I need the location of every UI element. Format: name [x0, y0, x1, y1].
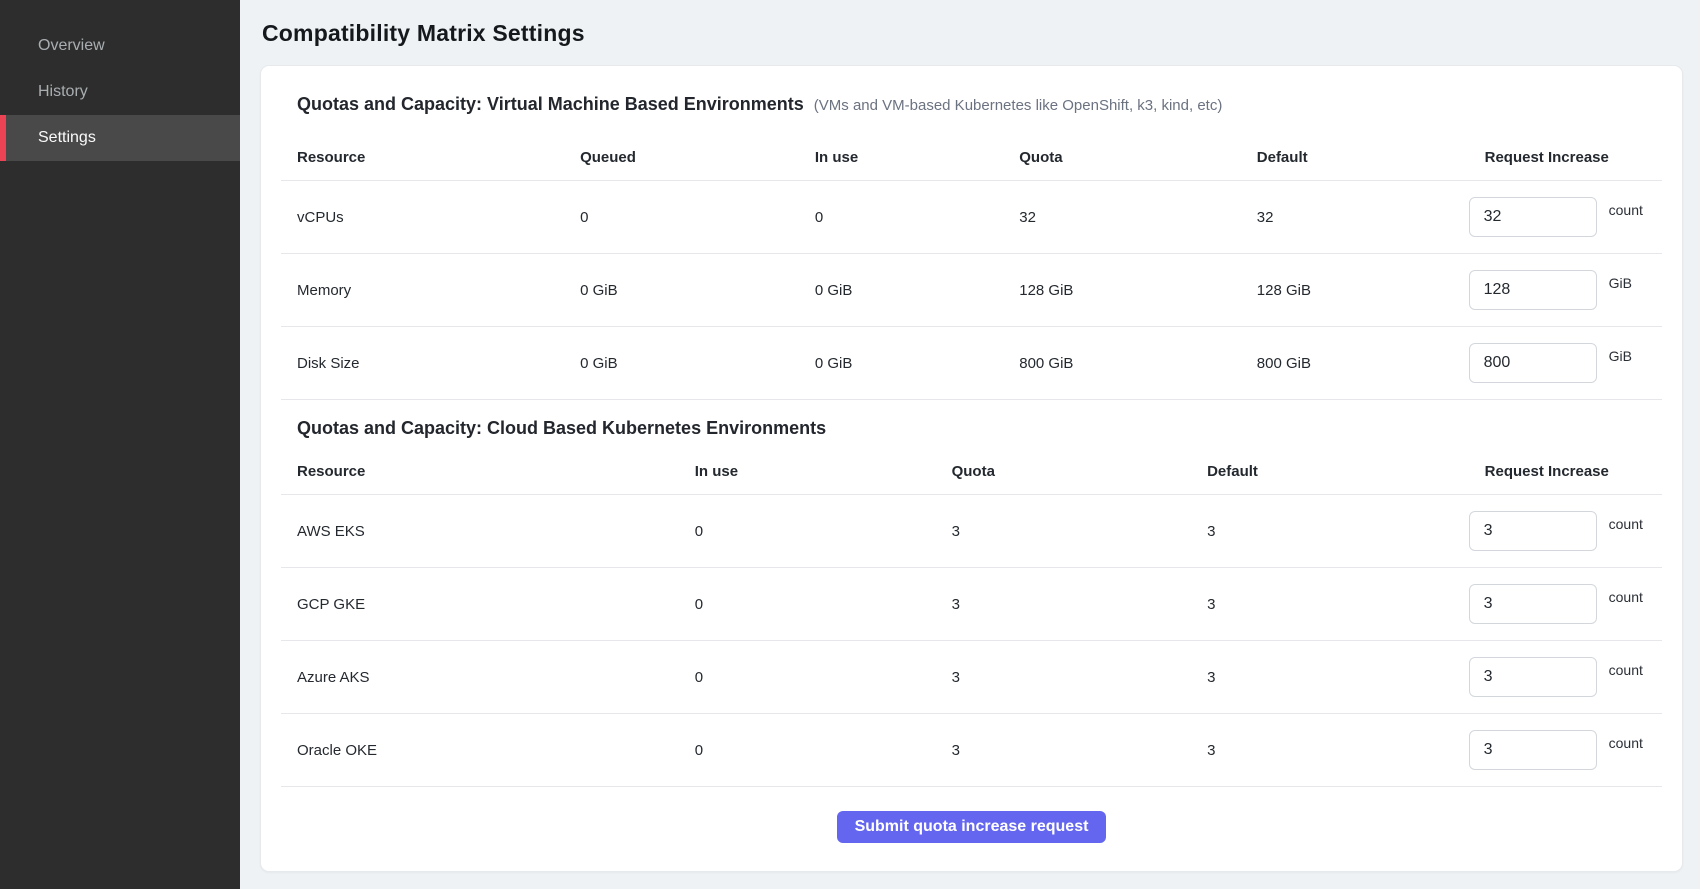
cloud-section-header: Quotas and Capacity: Cloud Based Kuberne…: [281, 400, 1662, 449]
request-increase-input[interactable]: [1469, 730, 1597, 770]
request-increase-input[interactable]: [1469, 584, 1597, 624]
sidebar-item-label: Overview: [38, 37, 105, 55]
sidebar-item-overview[interactable]: Overview: [0, 23, 240, 69]
sidebar-item-label: Settings: [38, 129, 96, 147]
column-header-request-increase: Request Increase: [1469, 149, 1662, 166]
unit-label: GiB: [1609, 348, 1632, 364]
request-increase-cell: count: [1469, 730, 1662, 770]
column-header-in-use: In use: [799, 149, 1003, 166]
quota-cell: 3: [936, 669, 1191, 686]
unit-label: count: [1609, 202, 1643, 218]
submit-quota-increase-button[interactable]: Submit quota increase request: [837, 811, 1107, 843]
request-increase-cell: count: [1469, 511, 1662, 551]
card-footer: Submit quota increase request: [281, 787, 1662, 843]
default-cell: 3: [1191, 742, 1469, 759]
request-increase-cell: GiB: [1469, 270, 1662, 310]
vm-section-header: Quotas and Capacity: Virtual Machine Bas…: [281, 86, 1662, 135]
default-cell: 3: [1191, 596, 1469, 613]
resource-cell: GCP GKE: [281, 596, 679, 613]
column-header-default: Default: [1191, 463, 1469, 480]
sidebar-item-history[interactable]: History: [0, 69, 240, 115]
page-title: Compatibility Matrix Settings: [262, 20, 1683, 47]
column-header-default: Default: [1241, 149, 1469, 166]
unit-label: count: [1609, 516, 1643, 532]
resource-cell: vCPUs: [281, 209, 564, 226]
request-increase-input[interactable]: [1469, 197, 1597, 237]
request-increase-input[interactable]: [1469, 270, 1597, 310]
resource-cell: AWS EKS: [281, 523, 679, 540]
vm-section-subtitle: (VMs and VM-based Kubernetes like OpenSh…: [814, 97, 1223, 114]
resource-cell: Azure AKS: [281, 669, 679, 686]
unit-label: count: [1609, 589, 1643, 605]
in-use-cell: 0: [679, 523, 936, 540]
column-header-quota: Quota: [936, 463, 1191, 480]
resource-cell: Disk Size: [281, 355, 564, 372]
request-increase-input[interactable]: [1469, 511, 1597, 551]
table-row: AWS EKS 0 3 3 count: [281, 495, 1662, 568]
table-row: vCPUs 0 0 32 32 count: [281, 181, 1662, 254]
vm-table-header-row: Resource Queued In use Quota Default Req…: [281, 135, 1662, 181]
main-content: Compatibility Matrix Settings Quotas and…: [240, 0, 1700, 889]
default-cell: 3: [1191, 523, 1469, 540]
sidebar-item-label: History: [38, 83, 88, 101]
cloud-table-header-row: Resource In use Quota Default Request In…: [281, 449, 1662, 495]
quota-cell: 3: [936, 596, 1191, 613]
cloud-table-body: AWS EKS 0 3 3 count GCP GKE 0 3: [281, 495, 1662, 787]
quota-cell: 800 GiB: [1003, 355, 1241, 372]
default-cell: 3: [1191, 669, 1469, 686]
table-row: Disk Size 0 GiB 0 GiB 800 GiB 800 GiB Gi…: [281, 327, 1662, 400]
column-header-request-increase: Request Increase: [1469, 463, 1662, 480]
in-use-cell: 0: [679, 596, 936, 613]
request-increase-cell: GiB: [1469, 343, 1662, 383]
queued-cell: 0: [564, 209, 799, 226]
sidebar-item-settings[interactable]: Settings: [0, 115, 240, 161]
default-cell: 128 GiB: [1241, 282, 1469, 299]
table-row: Memory 0 GiB 0 GiB 128 GiB 128 GiB GiB: [281, 254, 1662, 327]
in-use-cell: 0: [799, 209, 1003, 226]
default-cell: 800 GiB: [1241, 355, 1469, 372]
in-use-cell: 0: [679, 742, 936, 759]
queued-cell: 0 GiB: [564, 282, 799, 299]
vm-section-title: Quotas and Capacity: Virtual Machine Bas…: [297, 94, 804, 115]
default-cell: 32: [1241, 209, 1469, 226]
table-row: Azure AKS 0 3 3 count: [281, 641, 1662, 714]
unit-label: count: [1609, 662, 1643, 678]
request-increase-cell: count: [1469, 197, 1662, 237]
quota-cell: 3: [936, 742, 1191, 759]
queued-cell: 0 GiB: [564, 355, 799, 372]
resource-cell: Oracle OKE: [281, 742, 679, 759]
request-increase-cell: count: [1469, 657, 1662, 697]
quota-cell: 128 GiB: [1003, 282, 1241, 299]
column-header-queued: Queued: [564, 149, 799, 166]
request-increase-input[interactable]: [1469, 657, 1597, 697]
table-row: GCP GKE 0 3 3 count: [281, 568, 1662, 641]
quota-cell: 3: [936, 523, 1191, 540]
vm-table-body: vCPUs 0 0 32 32 count Memory 0 GiB: [281, 181, 1662, 400]
column-header-resource: Resource: [281, 149, 564, 166]
in-use-cell: 0 GiB: [799, 355, 1003, 372]
sidebar: Overview History Settings: [0, 0, 240, 889]
column-header-resource: Resource: [281, 463, 679, 480]
column-header-in-use: In use: [679, 463, 936, 480]
cloud-quota-table: Resource In use Quota Default Request In…: [281, 449, 1662, 787]
unit-label: count: [1609, 735, 1643, 751]
quota-settings-card: Quotas and Capacity: Virtual Machine Bas…: [260, 65, 1683, 872]
in-use-cell: 0 GiB: [799, 282, 1003, 299]
quota-cell: 32: [1003, 209, 1241, 226]
column-header-quota: Quota: [1003, 149, 1241, 166]
unit-label: GiB: [1609, 275, 1632, 291]
table-row: Oracle OKE 0 3 3 count: [281, 714, 1662, 787]
request-increase-input[interactable]: [1469, 343, 1597, 383]
request-increase-cell: count: [1469, 584, 1662, 624]
resource-cell: Memory: [281, 282, 564, 299]
vm-quota-table: Resource Queued In use Quota Default Req…: [281, 135, 1662, 400]
cloud-section-title: Quotas and Capacity: Cloud Based Kuberne…: [297, 418, 826, 439]
in-use-cell: 0: [679, 669, 936, 686]
